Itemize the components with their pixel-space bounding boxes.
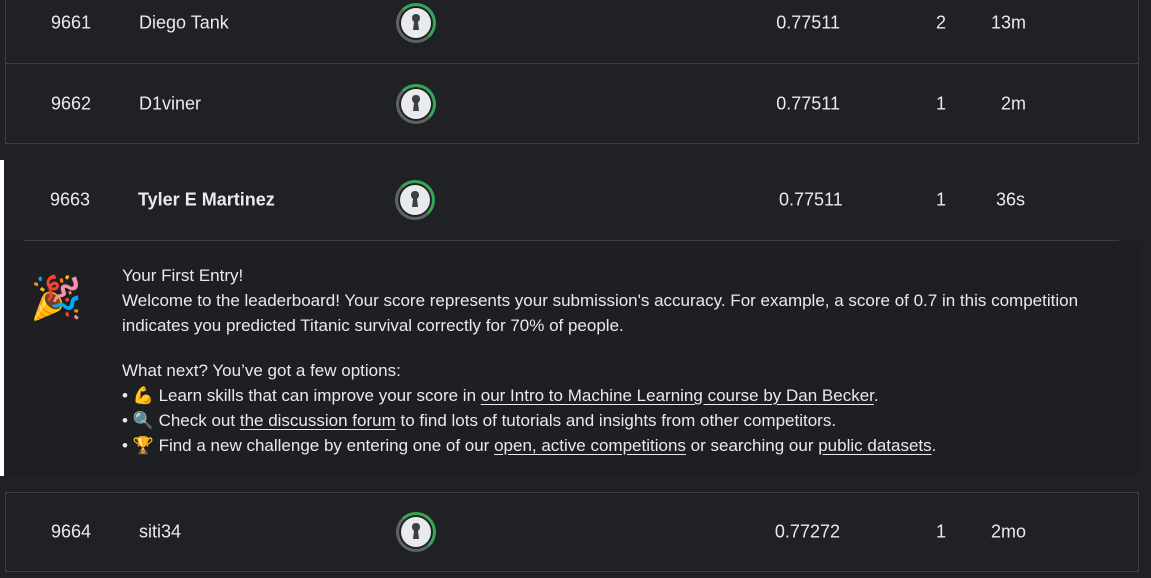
last-submission: 36s: [996, 189, 1026, 210]
team-name[interactable]: D1viner: [139, 93, 201, 114]
discussion-forum-link[interactable]: the discussion forum: [240, 411, 396, 430]
banner-title: Your First Entry!: [122, 266, 244, 285]
score: 0.77511: [776, 93, 840, 113]
first-entry-banner: 🎉 Your First Entry! Welcome to the leade…: [4, 241, 1139, 476]
banner-next: What next? You’ve got a few options:: [122, 361, 401, 380]
user-avatar-icon: [401, 8, 431, 38]
user-avatar-icon: [401, 517, 431, 547]
team-name[interactable]: Diego Tank: [139, 13, 229, 34]
leaderboard-row-own[interactable]: 9663 Tyler E Martinez 0.77511 1 36s: [4, 160, 1139, 240]
competitions-link[interactable]: open, active competitions: [494, 436, 686, 455]
score: 0.77511: [779, 189, 843, 210]
rank: 9661: [51, 12, 92, 33]
user-avatar-icon: [400, 185, 430, 215]
avatar[interactable]: [396, 83, 436, 124]
datasets-link[interactable]: public datasets: [818, 436, 931, 455]
own-entry-panel: 9663 Tyler E Martinez 0.77511 1 36s 🎉 Yo…: [0, 160, 1139, 476]
banner-welcome: Welcome to the leaderboard! Your score r…: [122, 291, 1079, 335]
user-avatar-icon: [401, 88, 431, 119]
team-name[interactable]: Tyler E Martinez: [138, 190, 275, 211]
rank: 9664: [51, 521, 92, 542]
rank: 9662: [51, 93, 92, 113]
banner-content: Your First Entry! Welcome to the leaderb…: [122, 263, 1099, 458]
leaderboard-row[interactable]: 9662 D1viner 0.77511 1 2m: [5, 64, 1139, 144]
score: 0.77511: [776, 12, 840, 33]
avatar[interactable]: [396, 3, 436, 43]
option-discussion: • 🔍 Check out the discussion forum to fi…: [122, 411, 837, 430]
last-submission: 13m: [990, 12, 1026, 33]
course-link[interactable]: our Intro to Machine Learning course by …: [481, 386, 874, 405]
option-learn: • 💪 Learn skills that can improve your s…: [122, 386, 879, 405]
rank: 9663: [50, 189, 91, 210]
leaderboard-row[interactable]: 9664 siti34 0.77272 1 2mo: [5, 492, 1139, 572]
avatar[interactable]: [396, 512, 436, 552]
entries-count: 1: [935, 521, 946, 542]
score: 0.77272: [774, 521, 840, 542]
last-submission: 2mo: [990, 521, 1026, 542]
entries-count: 1: [936, 189, 947, 210]
leaderboard-row[interactable]: 9661 Diego Tank 0.77511 2 13m: [5, 0, 1139, 63]
avatar[interactable]: [395, 180, 435, 220]
option-competitions: • 🏆 Find a new challenge by entering one…: [122, 436, 937, 455]
party-popper-icon: 🎉: [30, 274, 83, 321]
entries-count: 1: [935, 93, 946, 113]
last-submission: 2m: [1000, 93, 1026, 113]
entries-count: 2: [935, 12, 946, 33]
team-name[interactable]: siti34: [139, 522, 181, 543]
